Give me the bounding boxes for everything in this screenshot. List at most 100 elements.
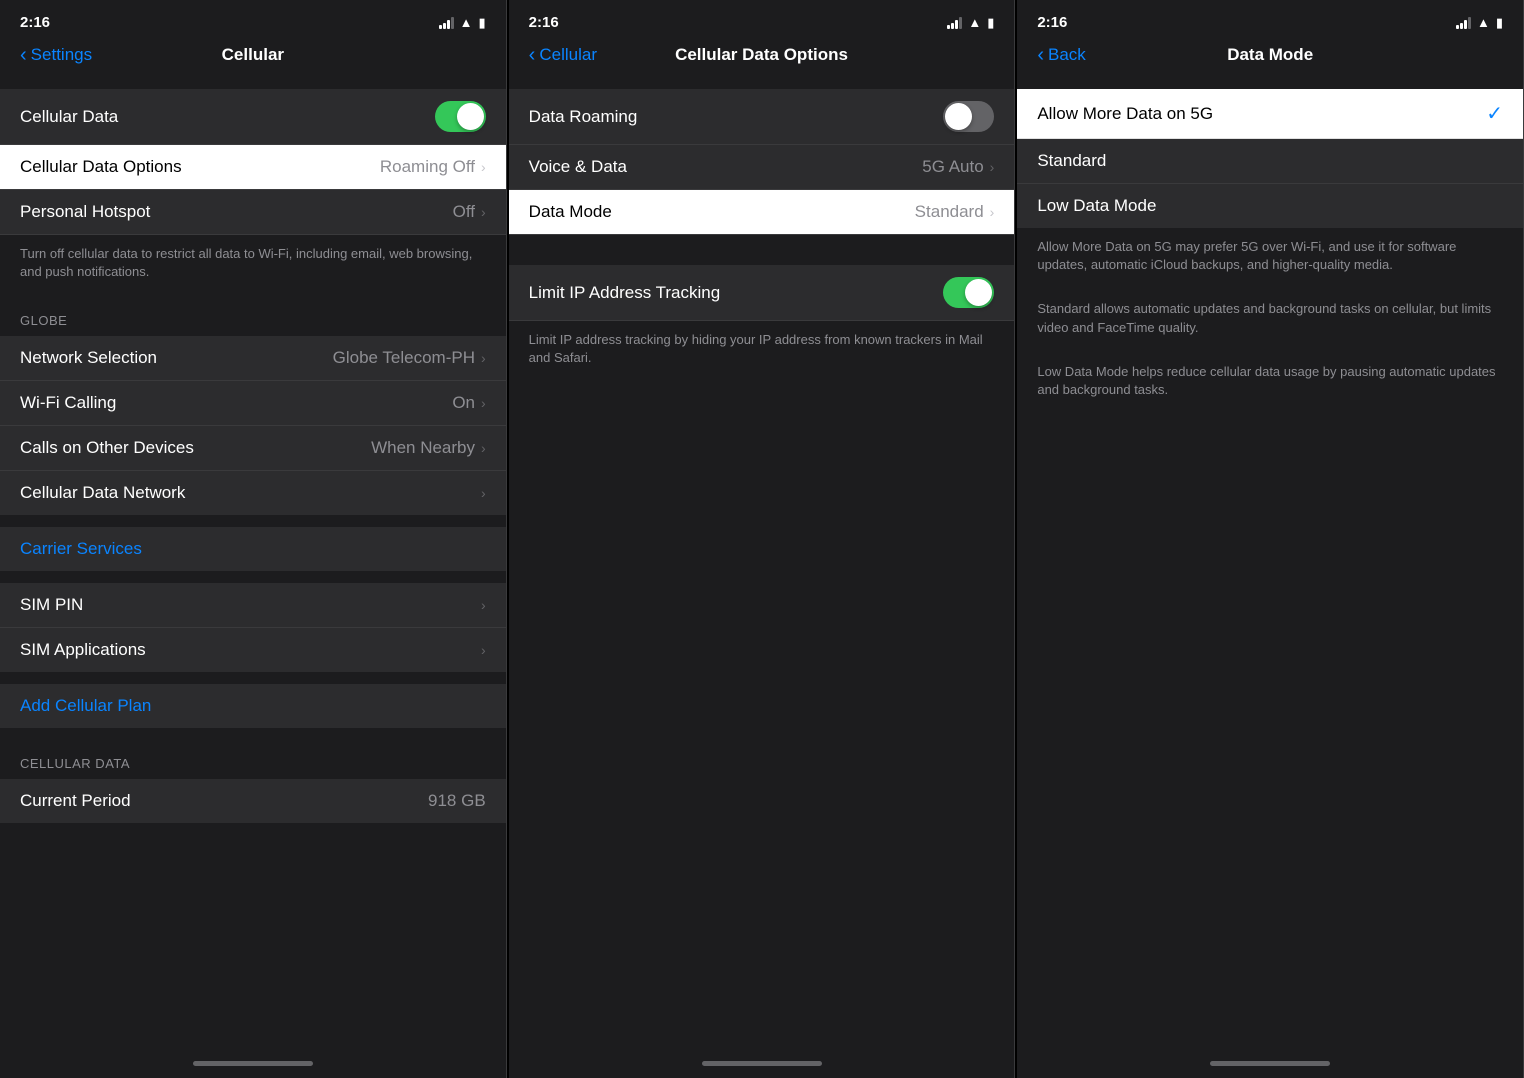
back-chevron-3: ‹ (1037, 44, 1044, 67)
data-mode-desc-2: Standard allows automatic updates and ba… (1017, 290, 1523, 352)
back-button-1[interactable]: ‹ Settings (20, 44, 92, 67)
status-icons-1: ▲ ▮ (439, 15, 486, 31)
network-selection-label: Network Selection (20, 348, 157, 368)
spacer-3 (0, 571, 506, 583)
data-mode-chevron: › (990, 204, 995, 220)
signal-bar-4 (451, 17, 454, 29)
cellular-data-row[interactable]: Cellular Data (0, 89, 506, 145)
limit-ip-row[interactable]: Limit IP Address Tracking (509, 265, 1015, 321)
cellular-data-network-row[interactable]: Cellular Data Network › (0, 471, 506, 515)
nav-bar-3: ‹ Back Data Mode (1017, 37, 1523, 77)
cellular-data-label-group: Cellular Data (20, 107, 435, 127)
calls-other-devices-row[interactable]: Calls on Other Devices When Nearby › (0, 426, 506, 471)
spacer-p2-2 (509, 235, 1015, 265)
status-bar-1: 2:16 ▲ ▮ (0, 0, 506, 37)
status-bar-2: 2:16 ▲ ▮ (509, 0, 1015, 37)
wifi-calling-chevron: › (481, 395, 486, 411)
cellular-data-label: Cellular Data (20, 107, 435, 127)
cellular-data-options-row[interactable]: Cellular Data Options Roaming Off › (0, 145, 506, 190)
cellular-data-options-value: Roaming Off (380, 157, 475, 177)
allow-more-data-label: Allow More Data on 5G (1037, 104, 1213, 124)
back-label-1: Settings (31, 45, 92, 65)
add-cellular-plan-row[interactable]: Add Cellular Plan (0, 684, 506, 728)
personal-hotspot-row[interactable]: Personal Hotspot Off › (0, 190, 506, 235)
data-mode-row[interactable]: Data Mode Standard › (509, 190, 1015, 235)
data-mode-desc-3: Low Data Mode helps reduce cellular data… (1017, 353, 1523, 415)
signal-bar-3-2 (1460, 23, 1463, 29)
cellular-data-section-label: CELLULAR DATA (0, 740, 506, 779)
network-selection-right: Globe Telecom-PH › (333, 348, 486, 368)
battery-icon-2: ▮ (987, 15, 994, 31)
signal-bar-3-4 (1468, 17, 1471, 29)
current-period-row[interactable]: Current Period 918 GB (0, 779, 506, 823)
data-mode-value: Standard (915, 202, 984, 222)
signal-bars-1 (439, 17, 454, 29)
settings-list-2: Data Roaming Voice & Data 5G Auto › Data… (509, 77, 1015, 1048)
personal-hotspot-right: Off › (453, 202, 486, 222)
standard-label: Standard (1037, 151, 1106, 171)
sim-pin-right: › (481, 597, 486, 613)
nav-bar-1: ‹ Settings Cellular (0, 37, 506, 77)
voice-data-label: Voice & Data (529, 157, 627, 177)
cellular-data-network-label: Cellular Data Network (20, 483, 185, 503)
back-button-3[interactable]: ‹ Back (1037, 44, 1085, 67)
wifi-calling-right: On › (452, 393, 485, 413)
signal-bar-2 (443, 23, 446, 29)
wifi-calling-label: Wi-Fi Calling (20, 393, 116, 413)
data-roaming-row[interactable]: Data Roaming (509, 89, 1015, 145)
personal-hotspot-label-group: Personal Hotspot (20, 202, 453, 222)
sim-applications-right: › (481, 642, 486, 658)
low-data-mode-label: Low Data Mode (1037, 196, 1156, 216)
status-bar-3: 2:16 ▲ ▮ (1017, 0, 1523, 37)
data-roaming-toggle[interactable] (943, 101, 994, 132)
home-indicator-3 (1017, 1048, 1523, 1078)
cellular-data-toggle[interactable] (435, 101, 486, 132)
status-icons-3: ▲ ▮ (1456, 15, 1503, 31)
wifi-calling-row[interactable]: Wi-Fi Calling On › (0, 381, 506, 426)
network-selection-chevron: › (481, 350, 486, 366)
toggle-knob-limit-ip (965, 279, 992, 306)
spacer-p2-1 (509, 77, 1015, 89)
back-button-2[interactable]: ‹ Cellular (529, 44, 597, 67)
allow-more-data-row[interactable]: Allow More Data on 5G ✓ (1017, 89, 1523, 139)
status-icons-2: ▲ ▮ (947, 15, 994, 31)
carrier-services-row[interactable]: Carrier Services (0, 527, 506, 571)
sim-applications-row[interactable]: SIM Applications › (0, 628, 506, 672)
signal-bar-3-1 (1456, 25, 1459, 29)
data-roaming-label: Data Roaming (529, 107, 638, 127)
panel-cellular-data-options: 2:16 ▲ ▮ ‹ Cellular Cellular Data Option… (509, 0, 1016, 1078)
settings-list-1: Cellular Data Cellular Data Options Roam… (0, 77, 506, 1048)
cellular-data-network-chevron: › (481, 485, 486, 501)
status-time-3: 2:16 (1037, 14, 1067, 31)
voice-data-row[interactable]: Voice & Data 5G Auto › (509, 145, 1015, 190)
nav-title-2: Cellular Data Options (675, 45, 848, 65)
sim-pin-row[interactable]: SIM PIN › (0, 583, 506, 628)
data-mode-desc-1: Allow More Data on 5G may prefer 5G over… (1017, 228, 1523, 290)
calls-other-devices-chevron: › (481, 440, 486, 456)
network-selection-row[interactable]: Network Selection Globe Telecom-PH › (0, 336, 506, 381)
toggle-knob-data-roaming (945, 103, 972, 130)
sim-applications-label: SIM Applications (20, 640, 146, 660)
carrier-services-label: Carrier Services (20, 539, 142, 559)
limit-ip-desc: Limit IP address tracking by hiding your… (509, 321, 1015, 383)
battery-icon-1: ▮ (479, 15, 486, 31)
signal-bar-2-3 (955, 20, 958, 29)
allow-more-data-checkmark: ✓ (1486, 101, 1503, 126)
spacer-5 (0, 728, 506, 740)
data-mode-desc-text-1: Allow More Data on 5G may prefer 5G over… (1037, 239, 1456, 272)
home-bar-1 (193, 1061, 313, 1066)
home-bar-3 (1210, 1061, 1330, 1066)
nav-title-1: Cellular (222, 45, 284, 65)
limit-ip-toggle[interactable] (943, 277, 994, 308)
signal-bar-2-1 (947, 25, 950, 29)
standard-row[interactable]: Standard (1017, 139, 1523, 184)
cellular-data-desc: Turn off cellular data to restrict all d… (0, 235, 506, 297)
status-time-1: 2:16 (20, 14, 50, 31)
cellular-data-options-label: Cellular Data Options (20, 157, 380, 177)
data-mode-label: Data Mode (529, 202, 612, 222)
signal-bars-2 (947, 17, 962, 29)
panel-data-mode: 2:16 ▲ ▮ ‹ Back Data Mode Allow More Dat… (1017, 0, 1524, 1078)
spacer-1 (0, 77, 506, 89)
low-data-mode-row[interactable]: Low Data Mode (1017, 184, 1523, 228)
wifi-icon-2: ▲ (968, 15, 981, 30)
